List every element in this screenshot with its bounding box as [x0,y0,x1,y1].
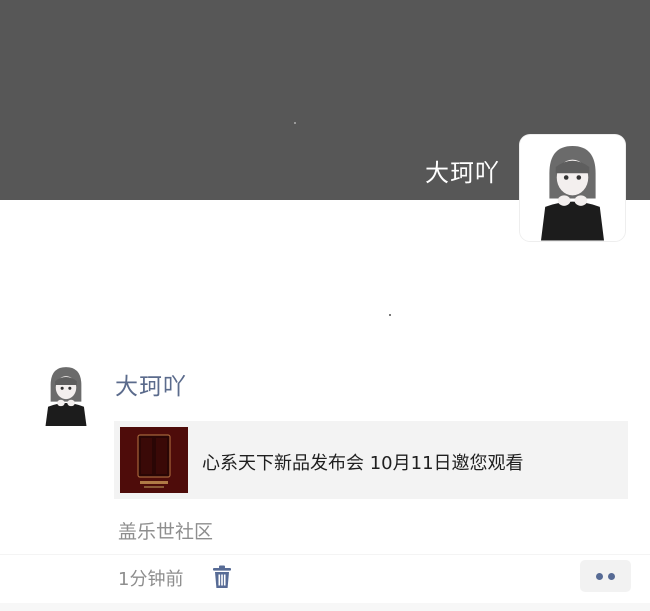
shared-link-title: 心系天下新品发布会 10月11日邀您观看 [202,453,524,474]
more-dots-icon [596,573,603,580]
shared-link-card[interactable]: 心系天下新品发布会 10月11日邀您观看 [114,421,628,499]
post-author-avatar[interactable] [34,359,98,429]
cover-avatar[interactable] [520,135,625,241]
divider [0,554,650,555]
list-bottom-edge [0,603,650,611]
post-source-app[interactable]: 盖乐世社区 [118,517,213,544]
cover-user-name[interactable]: 大珂吖 [425,153,500,188]
more-options-button[interactable] [580,560,631,592]
shared-link-thumbnail [120,427,188,493]
post-author-name[interactable]: 大珂吖 [115,367,187,401]
more-dots-icon [608,573,615,580]
trash-icon[interactable] [211,565,233,589]
cover-speck [294,122,296,124]
background-speck [389,314,391,316]
post-timestamp: 1分钟前 [118,569,184,590]
